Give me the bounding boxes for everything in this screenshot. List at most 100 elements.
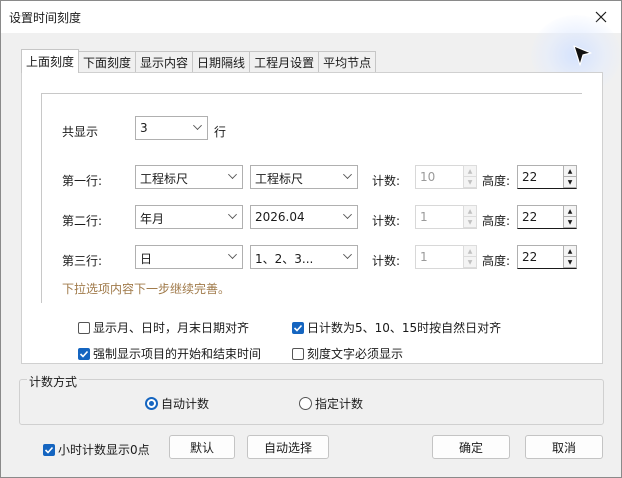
- option-label: 刻度文字必须显示: [307, 347, 404, 361]
- option-label: 显示月、日时，月末日期对齐: [93, 321, 250, 335]
- row3-type-value: 日: [140, 252, 153, 266]
- radio-specified-count[interactable]: 指定计数: [299, 395, 363, 412]
- tab-display-content[interactable]: 显示内容: [136, 51, 194, 73]
- cancel-button-label: 取消: [551, 440, 576, 455]
- checkbox[interactable]: [292, 321, 304, 334]
- row2-format-select[interactable]: 2026.04: [250, 205, 358, 229]
- title-bar: 设置时间刻度: [1, 1, 621, 33]
- row1-height-input[interactable]: 22 ▲ ▼: [517, 165, 577, 189]
- radio-auto-count[interactable]: 自动计数: [145, 395, 209, 412]
- auto-select-button[interactable]: 自动选择: [247, 435, 329, 459]
- tab-label: 下面刻度: [83, 56, 132, 70]
- tab-label: 显示内容: [140, 56, 189, 70]
- row1-count-input: 10 ▲ ▼: [415, 165, 477, 189]
- spin-down-icon: ▼: [463, 256, 477, 268]
- row2-count-label: 计数:: [372, 214, 401, 228]
- chevron-down-icon: [228, 170, 237, 179]
- checkbox[interactable]: [43, 443, 55, 456]
- dialog-title: 设置时间刻度: [9, 11, 82, 25]
- tab-panel: 共显示 3 行 第一行: 工程标尺 工程标尺 计数: 10 ▲ ▼ 高度: 22 …: [21, 72, 603, 364]
- chevron-down-icon: [343, 210, 352, 219]
- tab-strip: 上面刻度 下面刻度 显示内容 日期隔线 工程月设置 平均节点: [21, 49, 377, 73]
- row3-height-value: 22: [522, 250, 538, 264]
- display-count-unit: 行: [214, 125, 227, 139]
- option-hour-zero[interactable]: 小时计数显示0点: [43, 441, 150, 458]
- close-button[interactable]: [581, 1, 621, 33]
- option-label: 小时计数显示0点: [58, 443, 150, 457]
- row2-format-value: 2026.04: [255, 210, 305, 224]
- row3-height-label: 高度:: [482, 254, 511, 268]
- row1-count-value: 10: [420, 170, 436, 184]
- row1-format-value: 工程标尺: [255, 172, 304, 186]
- radio-button[interactable]: [145, 397, 158, 410]
- row3-count-label: 计数:: [372, 254, 401, 268]
- default-button[interactable]: 默认: [169, 435, 235, 459]
- chevron-down-icon: [343, 250, 352, 259]
- checkmark-icon: [44, 446, 54, 454]
- radio-button[interactable]: [299, 397, 312, 410]
- row1-height-value: 22: [522, 170, 538, 184]
- count-mode-legend: 计数方式: [27, 373, 80, 390]
- cancel-button[interactable]: 取消: [525, 435, 603, 459]
- row1-label: 第一行:: [62, 174, 103, 188]
- radio-label: 指定计数: [315, 397, 364, 411]
- spin-down-icon[interactable]: ▼: [563, 176, 577, 188]
- option-natural-day-align[interactable]: 日计数为5、10、15时按自然日对齐: [292, 319, 501, 336]
- tab-bottom-scale[interactable]: 下面刻度: [79, 51, 137, 73]
- row1-type-select[interactable]: 工程标尺: [135, 165, 243, 189]
- option-scale-text-required[interactable]: 刻度文字必须显示: [292, 345, 403, 362]
- row2-type-select[interactable]: 年月: [135, 205, 243, 229]
- spin-down-icon: ▼: [463, 176, 477, 188]
- spin-down-icon: ▼: [463, 216, 477, 228]
- option-force-start-end[interactable]: 强制显示项目的开始和结束时间: [78, 345, 261, 362]
- spin-down-icon[interactable]: ▼: [563, 216, 577, 228]
- tab-average-node[interactable]: 平均节点: [319, 51, 377, 73]
- row1-format-select[interactable]: 工程标尺: [250, 165, 358, 189]
- scale-group: [41, 93, 582, 303]
- ok-button[interactable]: 确定: [432, 435, 510, 459]
- display-count-value: 3: [140, 121, 148, 135]
- row2-type-value: 年月: [140, 212, 165, 226]
- row3-format-value: 1、2、3...: [255, 252, 314, 266]
- row1-height-label: 高度:: [482, 174, 511, 188]
- display-count-label: 共显示: [62, 125, 99, 139]
- tab-label: 上面刻度: [26, 55, 75, 69]
- tab-top-scale[interactable]: 上面刻度: [21, 49, 80, 73]
- tab-label: 工程月设置: [254, 56, 315, 70]
- cursor-arrow-icon: [573, 45, 592, 66]
- display-count-select[interactable]: 3: [135, 116, 208, 140]
- row2-height-input[interactable]: 22 ▲ ▼: [517, 205, 577, 229]
- option-label: 日计数为5、10、15时按自然日对齐: [307, 321, 502, 335]
- row3-count-value: 1: [420, 250, 428, 264]
- checkbox[interactable]: [78, 321, 90, 334]
- checkmark-icon: [79, 350, 89, 358]
- chevron-down-icon: [343, 170, 352, 179]
- tab-date-gridlines[interactable]: 日期隔线: [193, 51, 251, 73]
- row3-count-input: 1 ▲ ▼: [415, 245, 477, 269]
- checkbox[interactable]: [78, 347, 90, 360]
- chevron-down-icon: [193, 121, 202, 130]
- row3-height-input[interactable]: 22 ▲ ▼: [517, 245, 577, 269]
- settings-dialog: 设置时间刻度 上面刻度 下面刻度 显示内容 日期隔线 工程月设置 平均节点 共显…: [0, 0, 622, 478]
- option-label: 强制显示项目的开始和结束时间: [93, 347, 262, 361]
- tab-project-month[interactable]: 工程月设置: [250, 51, 320, 73]
- close-icon: [595, 11, 607, 23]
- checkmark-icon: [293, 324, 303, 332]
- option-month-end-align[interactable]: 显示月、日时，月末日期对齐: [78, 319, 249, 336]
- row3-format-select[interactable]: 1、2、3...: [250, 245, 358, 269]
- row2-count-input: 1 ▲ ▼: [415, 205, 477, 229]
- row2-height-label: 高度:: [482, 214, 511, 228]
- row2-count-value: 1: [420, 210, 428, 224]
- row1-type-value: 工程标尺: [140, 172, 189, 186]
- tab-label: 平均节点: [323, 56, 372, 70]
- row2-label: 第二行:: [62, 214, 103, 228]
- hint-text: 下拉选项内容下一步继续完善。: [62, 282, 231, 296]
- chevron-down-icon: [228, 250, 237, 259]
- chevron-down-icon: [228, 210, 237, 219]
- checkbox[interactable]: [292, 347, 304, 360]
- row2-height-value: 22: [522, 210, 538, 224]
- row3-label: 第三行:: [62, 254, 103, 268]
- tab-label: 日期隔线: [197, 56, 246, 70]
- spin-down-icon[interactable]: ▼: [563, 256, 577, 268]
- row3-type-select[interactable]: 日: [135, 245, 243, 269]
